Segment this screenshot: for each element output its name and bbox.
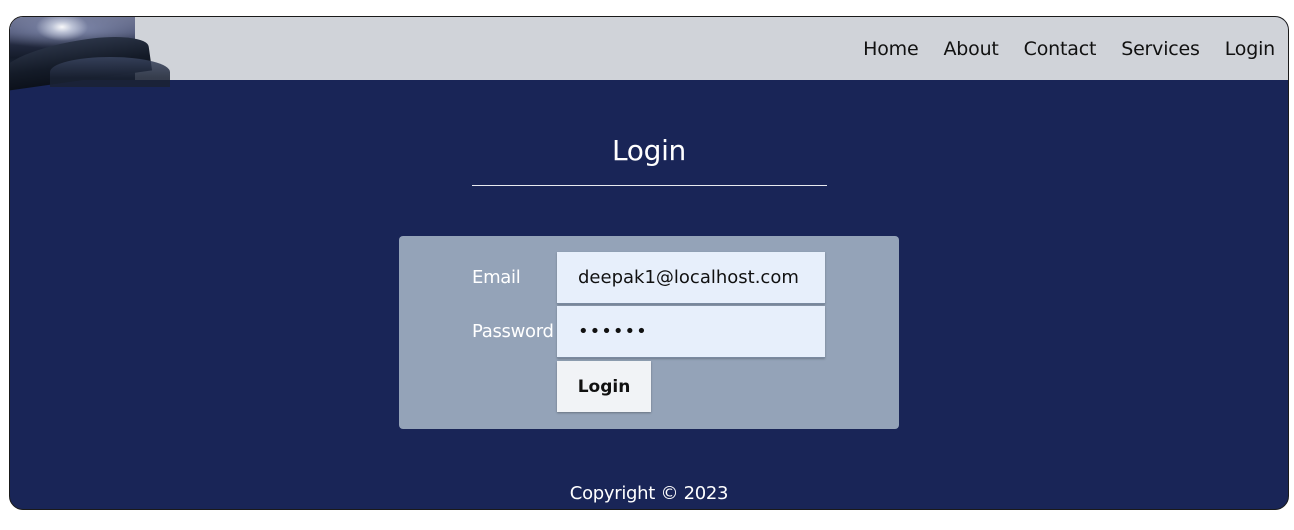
logo-wave-shape — [50, 57, 170, 87]
nav-links: Home About Contact Services Login — [838, 17, 1275, 80]
title-divider — [472, 185, 827, 186]
password-label: Password — [472, 321, 554, 342]
login-button[interactable]: Login — [557, 361, 651, 412]
footer-copyright: Copyright © 2023 — [569, 483, 729, 504]
password-field[interactable] — [557, 306, 825, 358]
nav-link-contact[interactable]: Contact — [1024, 38, 1097, 60]
email-label: Email — [472, 267, 521, 288]
browser-frame: Home About Contact Services Login Login … — [9, 16, 1289, 510]
ocean-wave-logo[interactable] — [10, 17, 170, 92]
page-title: Login — [611, 134, 687, 167]
nav-link-services[interactable]: Services — [1121, 38, 1200, 60]
navbar: Home About Contact Services Login — [10, 17, 1288, 92]
nav-link-home[interactable]: Home — [863, 38, 919, 60]
nav-link-login[interactable]: Login — [1225, 38, 1275, 60]
nav-link-about[interactable]: About — [943, 38, 998, 60]
email-field[interactable] — [557, 252, 825, 304]
login-form: Email Password Login — [399, 236, 899, 429]
